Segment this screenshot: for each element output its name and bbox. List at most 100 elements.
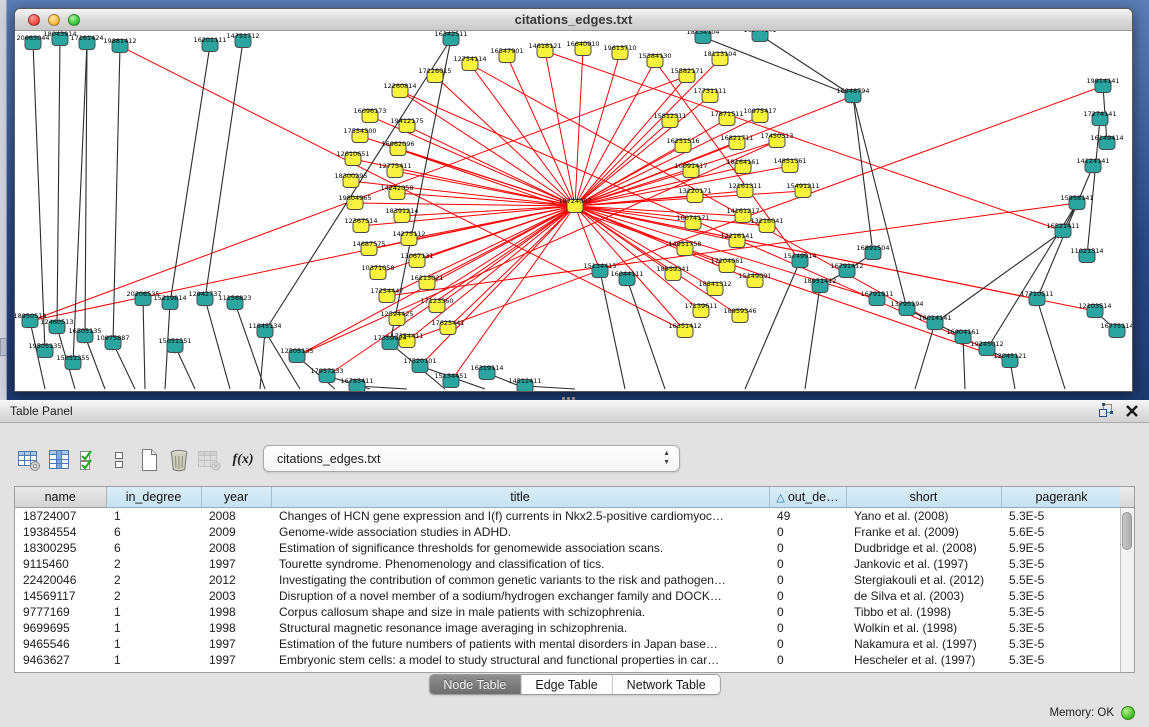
graph-edge[interactable] <box>113 46 120 343</box>
table-cell[interactable]: 2008 <box>201 540 271 556</box>
table-cell[interactable]: Genome-wide association studies in ADHD. <box>271 524 769 540</box>
table-row[interactable]: 911546021997Tourette syndrome. Phenomeno… <box>15 556 1122 572</box>
graph-edge[interactable] <box>805 286 820 389</box>
table-cell[interactable]: 49 <box>769 507 846 524</box>
window-titlebar[interactable]: citations_edges.txt <box>15 9 1132 31</box>
table-cell[interactable]: 6 <box>106 524 201 540</box>
table-cell[interactable]: 5.3E-5 <box>1001 620 1122 636</box>
table-cell[interactable]: 0 <box>769 524 846 540</box>
table-cell[interactable]: 2012 <box>201 572 271 588</box>
column-header-title[interactable]: title <box>271 487 769 507</box>
close-panel-icon[interactable] <box>1125 404 1139 418</box>
graph-edge[interactable] <box>143 299 145 389</box>
table-cell[interactable]: 2009 <box>201 524 271 540</box>
table-columns-icon[interactable] <box>44 445 74 475</box>
table-cell[interactable]: 19384554 <box>15 524 106 540</box>
table-cell[interactable]: 0 <box>769 652 846 668</box>
table-cell[interactable]: Estimation of the future numbers of pati… <box>271 636 769 652</box>
table-cell[interactable]: 5.3E-5 <box>1001 604 1122 620</box>
network-canvas[interactable]: 1872400716096173175543001261065118300295… <box>15 31 1132 392</box>
table-cell[interactable]: Dudbridge et al. (2008) <box>846 540 1001 556</box>
column-header-out_de[interactable]: △out_de… <box>769 487 846 507</box>
table-cell[interactable]: Estimation of significance thresholds fo… <box>271 540 769 556</box>
node-table[interactable]: namein_degreeyeartitle△out_de…shortpager… <box>14 486 1135 673</box>
column-header-pagerank[interactable]: pagerank <box>1001 487 1122 507</box>
graph-edge[interactable] <box>545 51 1063 231</box>
column-header-name[interactable]: name <box>15 487 106 507</box>
graph-edge[interactable] <box>205 299 230 389</box>
table-cell[interactable]: 5.3E-5 <box>1001 636 1122 652</box>
graph-edge[interactable] <box>30 206 575 321</box>
table-cell[interactable]: Investigating the contribution of common… <box>271 572 769 588</box>
graph-edge[interactable] <box>420 206 575 366</box>
table-cell[interactable]: Yano et al. (2008) <box>846 507 1001 524</box>
table-cell[interactable]: 5.3E-5 <box>1001 652 1122 668</box>
graph-edge[interactable] <box>57 39 60 327</box>
graph-edge[interactable] <box>470 64 575 206</box>
table-row[interactable]: 969969511998Structural magnetic resonanc… <box>15 620 1122 636</box>
table-cell[interactable]: 5.3E-5 <box>1001 507 1122 524</box>
table-cell[interactable]: Changes of HCN gene expression and I(f) … <box>271 507 769 524</box>
graph-edge[interactable] <box>600 271 625 389</box>
table-cell[interactable]: 5.3E-5 <box>1001 556 1122 572</box>
control-panel-edge[interactable] <box>0 0 7 400</box>
graph-edge[interactable] <box>1037 299 1065 389</box>
graph-edge[interactable] <box>935 231 1063 323</box>
table-cell[interactable]: 2003 <box>201 588 271 604</box>
table-cell[interactable]: 0 <box>769 588 846 604</box>
table-cell[interactable]: 0 <box>769 556 846 572</box>
table-cell[interactable]: de Silva et al. (2003) <box>846 588 1001 604</box>
graph-edge[interactable] <box>448 206 575 328</box>
table-source-dropdown[interactable]: citations_edges.txt ▲▼ <box>263 445 680 472</box>
table-cell[interactable]: Tourette syndrome. Phenomenology and cla… <box>271 556 769 572</box>
table-cell[interactable]: 2008 <box>201 507 271 524</box>
table-cell[interactable]: 14569117 <box>15 588 106 604</box>
table-cell[interactable]: 9463627 <box>15 652 106 668</box>
table-cell[interactable]: 1997 <box>201 652 271 668</box>
table-cell[interactable]: 1 <box>106 636 201 652</box>
table-cell[interactable]: Disruption of a novel member of a sodium… <box>271 588 769 604</box>
tab-node-table[interactable]: Node Table <box>429 675 521 694</box>
table-cell[interactable]: Jankovic et al. (1997) <box>846 556 1001 572</box>
table-cell[interactable]: Franke et al. (2009) <box>846 524 1001 540</box>
table-cell[interactable]: 1 <box>106 652 201 668</box>
graph-edge[interactable] <box>627 279 665 389</box>
table-cell[interactable]: 18300295 <box>15 540 106 556</box>
graph-edge[interactable] <box>407 126 575 206</box>
table-cell[interactable]: 2 <box>106 588 201 604</box>
table-cell[interactable]: Hescheler et al. (1997) <box>846 652 1001 668</box>
table-cell[interactable]: Nakamura et al. (1997) <box>846 636 1001 652</box>
table-cell[interactable]: 0 <box>769 540 846 556</box>
graph-edge[interactable] <box>915 323 935 389</box>
network-view-window[interactable]: citations_edges.txt 18724007160961731755… <box>14 8 1133 392</box>
table-cell[interactable]: 0 <box>769 636 846 652</box>
table-row[interactable]: 946362711997Embryonic stem cells: a mode… <box>15 652 1122 668</box>
table-cell[interactable]: 5.6E-5 <box>1001 524 1122 540</box>
table-row[interactable]: 1938455462009Genome-wide association stu… <box>15 524 1122 540</box>
table-settings-icon[interactable] <box>14 445 44 475</box>
table-row[interactable]: 2242004622012Investigating the contribut… <box>15 572 1122 588</box>
table-cell[interactable]: 1 <box>106 604 201 620</box>
table-cell[interactable]: 9777169 <box>15 604 106 620</box>
column-header-year[interactable]: year <box>201 487 271 507</box>
panel-collapse-handle[interactable] <box>0 338 7 356</box>
table-panel-header[interactable]: Table Panel <box>0 400 1149 423</box>
table-cell[interactable]: 1998 <box>201 620 271 636</box>
table-cell[interactable]: Corpus callosum shape and size in male p… <box>271 604 769 620</box>
graph-edge[interactable] <box>33 43 45 351</box>
table-cell[interactable]: 1 <box>106 507 201 524</box>
graph-edge[interactable] <box>853 96 873 253</box>
delete-trash-icon[interactable] <box>164 445 194 475</box>
function-builder-icon[interactable]: f(x) <box>224 445 262 475</box>
citation-graph[interactable]: 1872400716096173175543001261065118300295… <box>15 31 1132 392</box>
graph-edge[interactable] <box>451 206 575 381</box>
column-header-in_degree[interactable]: in_degree <box>106 487 201 507</box>
float-panel-icon[interactable] <box>1098 403 1113 418</box>
graph-edge[interactable] <box>853 96 907 309</box>
table-cell[interactable]: 18724007 <box>15 507 106 524</box>
table-row[interactable]: 1872400712008Changes of HCN gene express… <box>15 507 1122 524</box>
table-cell[interactable]: 9115460 <box>15 556 106 572</box>
column-header-short[interactable]: short <box>846 487 1001 507</box>
graph-edge[interactable] <box>170 45 210 303</box>
scrollbar-thumb[interactable] <box>1122 512 1132 550</box>
